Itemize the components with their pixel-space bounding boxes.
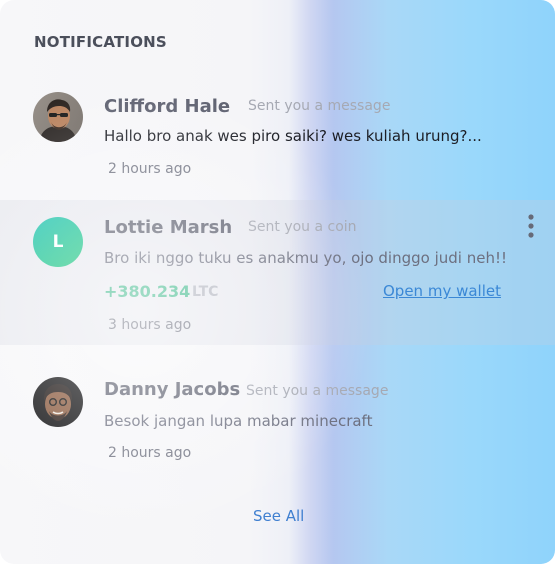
coin-currency: LTC xyxy=(192,284,219,300)
open-wallet-link[interactable]: Open my wallet xyxy=(383,282,501,300)
avatar-photo-icon xyxy=(33,92,83,142)
notification-time: 2 hours ago xyxy=(108,445,192,461)
sender-name: Clifford Hale xyxy=(104,96,231,117)
avatar xyxy=(33,92,83,142)
see-all-link[interactable]: See All xyxy=(253,507,304,525)
panel-title: NOTIFICATIONS xyxy=(34,33,167,51)
notification-time: 3 hours ago xyxy=(108,317,192,333)
notification-action: Sent you a message xyxy=(246,383,389,399)
sender-name: Lottie Marsh xyxy=(104,217,233,238)
avatar: L xyxy=(33,217,83,267)
notification-message: Hallo bro anak wes piro saiki? wes kulia… xyxy=(104,127,482,145)
coin-amount: +380.234 xyxy=(104,282,191,301)
notification-item-highlighted[interactable]: L Lottie Marsh Sent you a coin Bro iki n… xyxy=(0,200,555,345)
notification-item[interactable]: Clifford Hale Sent you a message Hallo b… xyxy=(0,70,555,200)
avatar-photo-icon xyxy=(33,377,83,427)
sender-name: Danny Jacobs xyxy=(104,379,241,400)
notification-time: 2 hours ago xyxy=(108,161,192,177)
notification-action: Sent you a message xyxy=(248,98,391,114)
avatar xyxy=(33,377,83,427)
notifications-panel: NOTIFICATIONS Clifford Hale Sent you a m… xyxy=(0,0,555,564)
notification-action: Sent you a coin xyxy=(248,219,357,235)
notification-message: Besok jangan lupa mabar minecraft xyxy=(104,412,373,430)
avatar-initial: L xyxy=(52,232,64,252)
notification-item[interactable]: Danny Jacobs Sent you a message Besok ja… xyxy=(0,345,555,475)
notification-message: Bro iki nggo tuku es anakmu yo, ojo ding… xyxy=(104,249,507,267)
more-vertical-icon[interactable] xyxy=(524,213,538,241)
